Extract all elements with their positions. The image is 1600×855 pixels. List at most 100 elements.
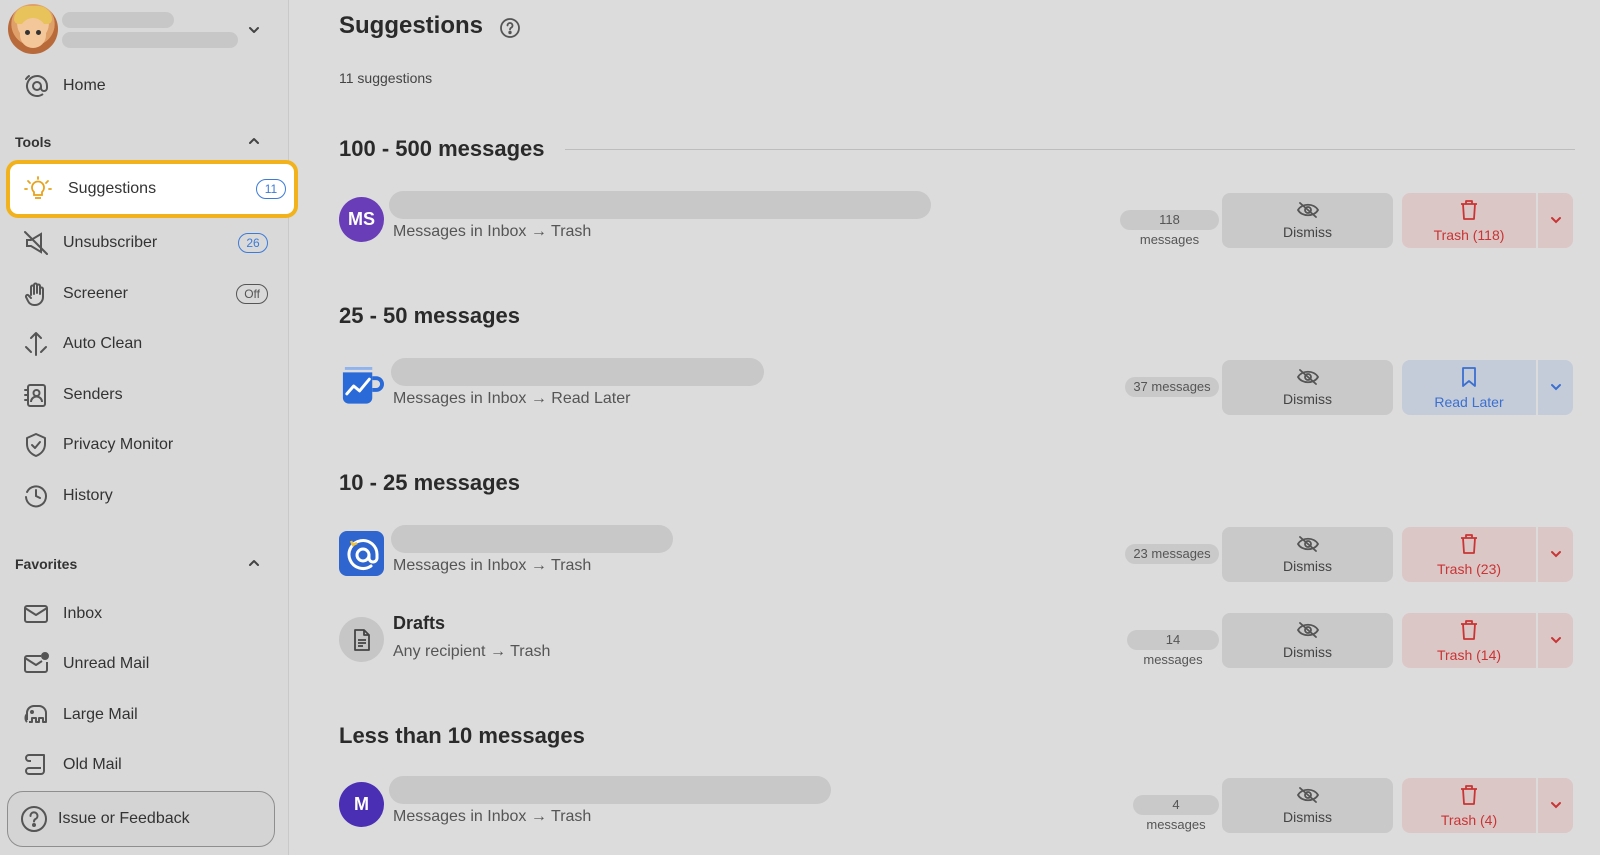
hand-stop-icon [20, 278, 52, 310]
message-count: 118 messages [1120, 210, 1219, 247]
trash-icon [1459, 784, 1479, 809]
sender-name-placeholder [389, 776, 831, 804]
dismiss-label: Dismiss [1283, 223, 1332, 240]
action-dropdown-button[interactable] [1538, 527, 1573, 582]
envelope-icon [20, 598, 52, 630]
lightbulb-icon [22, 173, 54, 205]
rule-text: Any recipient → Trash [393, 643, 551, 660]
sidebar-item-label: Screener [63, 285, 128, 302]
shield-check-icon [20, 429, 52, 461]
chart-mug-icon [339, 364, 384, 409]
sidebar-item-privacy-monitor[interactable]: Privacy Monitor [8, 422, 290, 468]
dismiss-button[interactable]: Dismiss [1222, 613, 1393, 668]
eye-slash-icon [1296, 535, 1320, 555]
message-count: 14 messages [1127, 630, 1219, 667]
trash-button[interactable]: Trash (118) [1402, 193, 1536, 248]
sender-name-placeholder [391, 358, 764, 386]
trash-button[interactable]: Trash (23) [1402, 527, 1536, 582]
group-heading: Less than 10 messages [339, 723, 585, 748]
sender-avatar: M [339, 782, 384, 827]
dismiss-label: Dismiss [1283, 808, 1332, 825]
scroll-icon [20, 749, 52, 781]
trash-button[interactable]: Trash (4) [1402, 778, 1536, 833]
group-heading: 25 - 50 messages [339, 303, 521, 328]
suggestion-row: MS Messages in Inbox → Trash 118 message… [339, 191, 1575, 248]
tools-heading: Tools [15, 134, 52, 150]
sidebar-item-suggestions[interactable]: Suggestions 11 [6, 160, 298, 218]
action-dropdown-button[interactable] [1538, 778, 1573, 833]
suggestion-row: Messages in Inbox → Read Later 37 messag… [339, 358, 1575, 415]
rule-text: Messages in Inbox → Trash [393, 223, 592, 240]
rule-text: Messages in Inbox → Trash [393, 808, 592, 825]
suggestions-count-badge: 11 [256, 179, 286, 199]
message-count: 37 messages [1125, 377, 1219, 397]
account-switcher[interactable] [8, 4, 278, 54]
sidebar-item-label: Unread Mail [63, 655, 150, 672]
sidebar-item-old-mail[interactable]: Old Mail [8, 742, 290, 788]
sender-name-placeholder [389, 191, 931, 219]
dismiss-button[interactable]: Dismiss [1222, 360, 1393, 415]
at-sign-app-icon [339, 531, 384, 576]
account-email-placeholder [62, 32, 238, 48]
trash-label: Trash (4) [1440, 811, 1498, 828]
chevron-down-icon[interactable] [242, 18, 266, 42]
envelope-unread-icon [20, 648, 52, 680]
sidebar-item-senders[interactable]: Senders [8, 372, 290, 418]
page-title: Suggestions [339, 12, 484, 39]
group-heading: 10 - 25 messages [339, 470, 521, 495]
suggestion-row: Messages in Inbox → Trash 23 messages Di… [339, 525, 1575, 582]
sidebar-item-inbox[interactable]: Inbox [8, 591, 290, 637]
sidebar-item-screener[interactable]: Screener Off [8, 271, 290, 317]
chevron-up-icon[interactable] [242, 129, 266, 153]
action-dropdown-button[interactable] [1538, 193, 1573, 248]
eye-slash-icon [1296, 786, 1320, 806]
dismiss-label: Dismiss [1283, 643, 1332, 660]
rule-text: Messages in Inbox → Trash [393, 557, 592, 574]
feedback-label: Issue or Feedback [58, 810, 190, 827]
sender-name-placeholder [391, 525, 673, 553]
chevron-down-icon [1550, 633, 1562, 649]
message-count: 23 messages [1125, 544, 1219, 564]
sidebar-item-label: History [63, 487, 113, 504]
rule-text: Messages in Inbox → Read Later [393, 390, 631, 407]
sidebar-item-label: Privacy Monitor [63, 436, 174, 453]
sidebar-item-large-mail[interactable]: Large Mail [8, 692, 290, 738]
dismiss-label: Dismiss [1283, 557, 1332, 574]
read-later-label: Read Later [1434, 393, 1504, 410]
sidebar-item-home[interactable]: Home [8, 63, 290, 109]
eye-slash-icon [1296, 368, 1320, 388]
eye-slash-icon [1296, 621, 1320, 641]
sender-name: Drafts [393, 613, 446, 633]
sidebar-item-auto-clean[interactable]: Auto Clean [8, 321, 290, 367]
action-dropdown-button[interactable] [1538, 613, 1573, 668]
home-at-icon [20, 70, 52, 102]
chevron-down-icon [1550, 380, 1562, 396]
dismiss-button[interactable]: Dismiss [1222, 527, 1393, 582]
chevron-up-icon[interactable] [242, 551, 266, 575]
trash-label: Trash (14) [1436, 646, 1502, 663]
sidebar-item-unsubscriber[interactable]: Unsubscriber 26 [8, 220, 290, 266]
read-later-button[interactable]: Read Later [1402, 360, 1536, 415]
action-dropdown-button[interactable] [1538, 360, 1573, 415]
question-circle-icon [20, 805, 48, 833]
dismiss-button[interactable]: Dismiss [1222, 778, 1393, 833]
chevron-down-icon [1550, 547, 1562, 563]
trash-icon [1459, 533, 1479, 558]
help-icon[interactable] [499, 17, 521, 44]
sidebar-item-label: Home [63, 77, 106, 94]
trash-button[interactable]: Trash (14) [1402, 613, 1536, 668]
issue-feedback-button[interactable]: Issue or Feedback [7, 791, 275, 847]
sidebar-item-unread-mail[interactable]: Unread Mail [8, 641, 290, 687]
trash-label: Trash (118) [1433, 226, 1505, 243]
screener-status-badge: Off [236, 284, 268, 304]
sidebar-item-label: Senders [63, 386, 123, 403]
sidebar-item-label: Unsubscriber [63, 234, 158, 251]
trash-icon [1459, 199, 1479, 224]
dismiss-button[interactable]: Dismiss [1222, 193, 1393, 248]
group-heading: 100 - 500 messages [339, 136, 545, 161]
sidebar-item-history[interactable]: History [8, 473, 290, 519]
group-divider [565, 149, 1575, 150]
clock-history-icon [20, 480, 52, 512]
contact-card-icon [20, 379, 52, 411]
suggestion-row: M Messages in Inbox → Trash 4 messages D… [339, 776, 1575, 833]
